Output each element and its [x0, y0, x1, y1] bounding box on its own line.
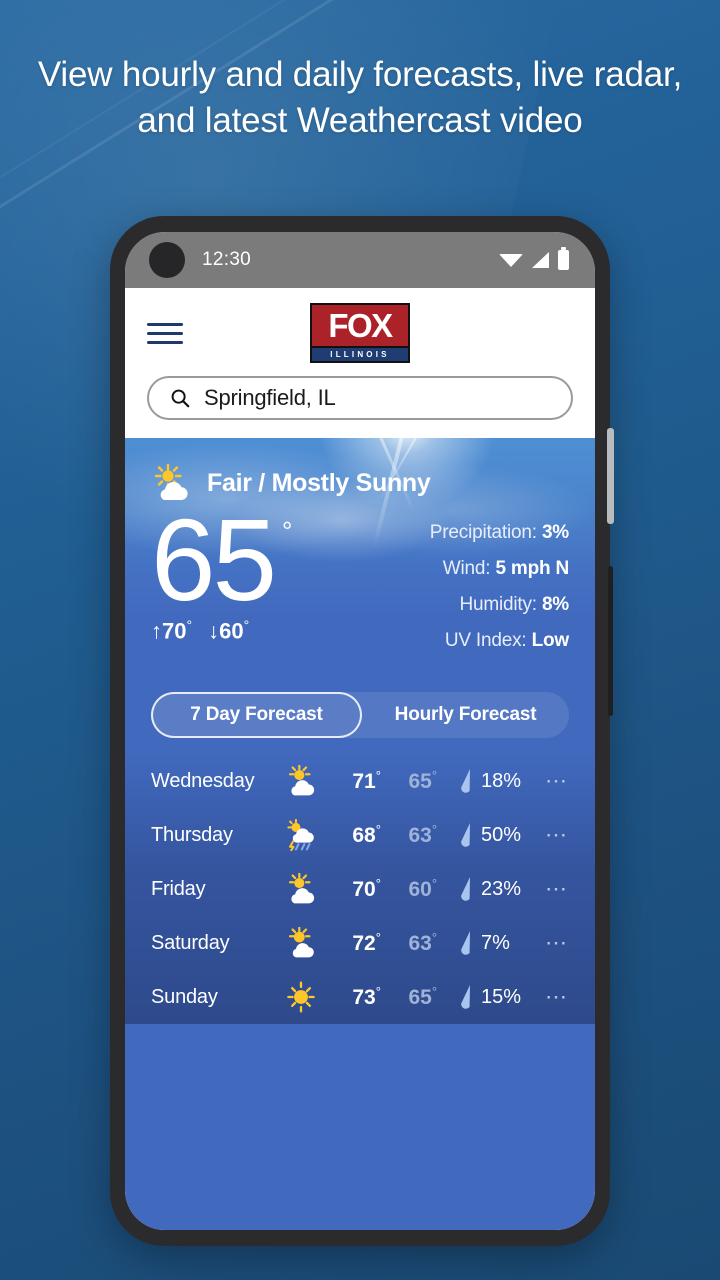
- tab-hourly-forecast[interactable]: Hourly Forecast: [362, 692, 569, 738]
- droplet-icon: [461, 931, 471, 955]
- current-conditions: Fair / Mostly Sunny 65 ° ↑70° ↓60° Preci…: [125, 438, 595, 666]
- forecast-precipitation: 15%: [459, 984, 545, 1010]
- forecast-day: Wednesday: [151, 769, 255, 792]
- metric-uv-index: UV Index: Low: [444, 630, 569, 651]
- current-temperature: 65: [151, 495, 277, 625]
- low-temperature: ↓60°: [208, 617, 250, 644]
- status-bar-icons: [499, 247, 569, 270]
- forecast-low: 65°: [408, 984, 438, 1009]
- phone-screen: 12:30 FOX ILLINOIS Springfield, IL Fair …: [125, 232, 595, 1230]
- forecast-low: 65°: [408, 768, 438, 793]
- forecast-low: 60°: [408, 876, 438, 901]
- forecast-tab-group: 7 Day Forecast Hourly Forecast: [151, 692, 569, 738]
- forecast-high: 71°: [352, 768, 381, 793]
- high-temperature: ↑70°: [151, 617, 193, 644]
- forecast-high: 70°: [352, 876, 381, 901]
- battery-icon: [558, 247, 569, 270]
- forecast-precipitation: 50%: [459, 822, 545, 848]
- search-icon: [171, 389, 190, 408]
- wifi-icon: [499, 253, 523, 267]
- metric-wind: Wind: 5 mph N: [442, 558, 569, 579]
- sun-icon: [274, 981, 328, 1013]
- hamburger-menu-icon[interactable]: [147, 322, 183, 344]
- forecast-day: Saturday: [151, 931, 230, 954]
- forecast-list: Wednesday 71° 65° 18% ⋯ Thursday 68° 63°…: [125, 754, 595, 1024]
- fox-illinois-logo: FOX ILLINOIS: [310, 303, 410, 363]
- front-camera-punchhole: [149, 242, 185, 278]
- sun-behind-cloud-icon: [274, 927, 328, 959]
- phone-volume-button: [608, 566, 613, 716]
- forecast-low: 63°: [408, 822, 438, 847]
- logo-sub-text: ILLINOIS: [330, 350, 390, 359]
- cellular-signal-icon: [532, 252, 549, 268]
- promo-headline: View hourly and daily forecasts, live ra…: [37, 55, 683, 140]
- status-bar-clock: 12:30: [202, 249, 252, 270]
- forecast-high: 68°: [352, 822, 381, 847]
- phone-mockup: 12:30 FOX ILLINOIS Springfield, IL Fair …: [110, 216, 614, 1246]
- table-row[interactable]: Sunday 73° 65° 15% ⋯: [151, 970, 569, 1024]
- table-row[interactable]: Friday 70° 60° 23% ⋯: [151, 862, 569, 916]
- sun-behind-cloud-icon: [274, 765, 328, 797]
- sun-behind-cloud-icon: [274, 873, 328, 905]
- forecast-precipitation: 23%: [459, 876, 545, 902]
- status-bar: 12:30: [125, 232, 595, 288]
- forecast-high: 73°: [352, 984, 381, 1009]
- table-row[interactable]: Thursday 68° 63° 50% ⋯: [151, 808, 569, 862]
- droplet-icon: [461, 877, 471, 901]
- droplet-icon: [461, 823, 471, 847]
- search-input-value: Springfield, IL: [204, 385, 336, 410]
- app-header: FOX ILLINOIS Springfield, IL: [125, 288, 595, 438]
- forecast-day: Friday: [151, 877, 206, 900]
- weather-metrics: Precipitation: 3% Wind: 5 mph N Humidity…: [430, 506, 569, 666]
- forecast-low: 63°: [408, 930, 438, 955]
- weather-panel: Fair / Mostly Sunny 65 ° ↑70° ↓60° Preci…: [125, 427, 595, 1230]
- forecast-high: 72°: [352, 930, 381, 955]
- metric-precipitation: Precipitation: 3%: [429, 522, 569, 543]
- droplet-icon: [461, 769, 471, 793]
- search-input[interactable]: Springfield, IL: [147, 376, 573, 420]
- forecast-precipitation: 7%: [459, 930, 545, 956]
- phone-power-button: [607, 428, 614, 524]
- forecast-day: Thursday: [151, 823, 233, 846]
- logo-main-text: FOX: [328, 307, 393, 344]
- temperature-readout: 65 ° ↑70° ↓60° Precipitation: 3% Wind: 5…: [151, 495, 569, 666]
- tab-7-day-forecast[interactable]: 7 Day Forecast: [151, 692, 362, 738]
- forecast-day: Sunday: [151, 985, 218, 1008]
- degree-symbol: °: [282, 516, 293, 546]
- metric-humidity: Humidity: 8%: [459, 594, 569, 615]
- table-row[interactable]: Saturday 72° 63° 7% ⋯: [151, 916, 569, 970]
- forecast-precipitation: 18%: [459, 768, 545, 794]
- droplet-icon: [461, 985, 471, 1009]
- table-row[interactable]: Wednesday 71° 65° 18% ⋯: [151, 754, 569, 808]
- condition-text: Fair / Mostly Sunny: [207, 468, 431, 497]
- sun-behind-rain-cloud-icon: [274, 819, 328, 851]
